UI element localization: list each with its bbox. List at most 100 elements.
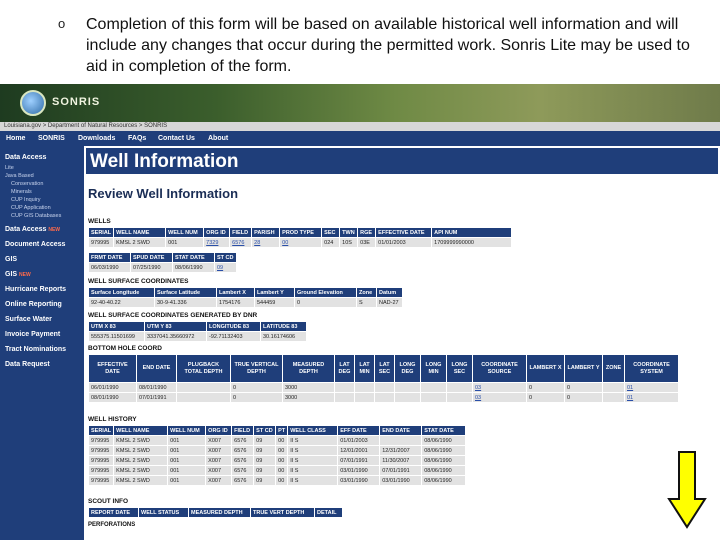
topnav-about[interactable]: About bbox=[208, 131, 228, 146]
table-cell: 09 bbox=[253, 465, 277, 476]
table-cell: 979995 bbox=[87, 465, 115, 476]
table-cell: 09 bbox=[253, 455, 277, 466]
topnav-sonris[interactable]: SONRIS bbox=[38, 131, 65, 146]
column-header: FIELD bbox=[229, 227, 253, 238]
table-cell: 00 bbox=[275, 445, 289, 456]
surface-coords-label: WELL SURFACE COORDINATES bbox=[88, 278, 189, 285]
sidebar-lite[interactable]: Lite bbox=[5, 165, 14, 171]
page-subtitle: Review Well Information bbox=[88, 186, 239, 201]
table-cell: X007 bbox=[205, 445, 233, 456]
topnav-faqs[interactable]: FAQs bbox=[128, 131, 146, 146]
table-cell: 03/01/1990 bbox=[337, 465, 381, 476]
table-cell[interactable]: 28 bbox=[251, 237, 281, 248]
scout-info-table: REPORT DATE WELL STATUS MEASURED DEPTH TRUE… bbox=[88, 507, 343, 518]
table-cell: 09 bbox=[253, 435, 277, 446]
sidebar-sub-cup-application[interactable]: CUP Application bbox=[11, 205, 51, 211]
breadcrumb: Louisiana.gov > Department of Natural Re… bbox=[0, 122, 720, 131]
table-cell: KMSL 2 SWD bbox=[113, 237, 167, 248]
table-cell: 001 bbox=[167, 455, 207, 466]
table-cell[interactable]: 01 bbox=[624, 382, 679, 393]
sidebar-link-data-access[interactable]: Data Access NEW bbox=[5, 226, 60, 233]
table-cell: 0 bbox=[230, 382, 283, 393]
sidebar-link-gis[interactable]: GIS bbox=[5, 256, 17, 263]
table-cell: S bbox=[356, 297, 377, 308]
sidebar-data-access[interactable]: Data Access bbox=[5, 154, 46, 161]
column-header: PT bbox=[275, 425, 289, 436]
table-cell: 09 bbox=[253, 445, 277, 456]
bullet-marker: o bbox=[58, 16, 66, 31]
column-header: LAT DEG bbox=[334, 354, 355, 383]
sidebar-sub-minerals[interactable]: Minerals bbox=[11, 189, 32, 195]
column-header: PLUGBACK TOTAL DEPTH bbox=[176, 354, 231, 383]
sidebar-sub-conservation[interactable]: Conservation bbox=[11, 181, 43, 187]
sidebar-link-online-reporting[interactable]: Online Reporting bbox=[5, 301, 62, 308]
table-cell: 544459 bbox=[254, 297, 295, 308]
table-cell[interactable]: 09 bbox=[214, 262, 237, 273]
header-row: UTM X 83 UTM Y 83 LONGITUDE 83 LATITUDE 83 bbox=[88, 321, 307, 332]
table-row: 979995 KMSL 2 SWD 001 X007 6576 09 00 II S 12/01… bbox=[87, 445, 467, 456]
table-cell: 6576 bbox=[231, 435, 255, 446]
new-badge: NEW bbox=[48, 227, 61, 233]
table-cell[interactable]: 00 bbox=[279, 237, 323, 248]
sidebar-link-surface-water[interactable]: Surface Water bbox=[5, 316, 52, 323]
column-header: WELL NAME bbox=[113, 425, 169, 436]
table-row: 979995 KMSL 2 SWD 001 7329 6576 28 00 024 10S 03E… bbox=[87, 237, 513, 248]
table-cell[interactable]: 01 bbox=[624, 392, 679, 403]
table-cell: 06/03/1990 bbox=[88, 262, 131, 273]
page-title: Well Information bbox=[90, 151, 239, 172]
sidebar-sub-cup-gis-databases[interactable]: CUP GIS Databases bbox=[11, 213, 61, 219]
sidebar-link-gis-new[interactable]: GIS NEW bbox=[5, 271, 31, 278]
table-cell: 979995 bbox=[87, 475, 115, 486]
topnav-downloads[interactable]: Downloads bbox=[78, 131, 115, 146]
table-cell: 08/01/1990 bbox=[88, 392, 137, 403]
wells-label: WELLS bbox=[88, 218, 111, 225]
column-header: Surface Longitude bbox=[88, 287, 155, 298]
column-header: TWN bbox=[339, 227, 359, 238]
column-header: UTM X 83 bbox=[88, 321, 145, 332]
breadcrumb-text[interactable]: Louisiana.gov > Department of Natural Re… bbox=[4, 122, 167, 131]
sidebar-sub-cup-inquiry[interactable]: CUP Inquiry bbox=[11, 197, 41, 203]
sonris-logo-text: SONRIS bbox=[52, 96, 101, 108]
table-cell: 08/06/1990 bbox=[421, 465, 467, 476]
table-cell[interactable]: 03 bbox=[472, 382, 527, 393]
column-header: END DATE bbox=[379, 425, 423, 436]
sidebar-java-based[interactable]: Java Based bbox=[5, 173, 34, 179]
column-header: TRUE VERTICAL DEPTH bbox=[230, 354, 283, 383]
sidebar-link-tract-nominations[interactable]: Tract Nominations bbox=[5, 346, 66, 353]
table-row: 08/01/1990 07/01/1991 0 3000 03 0 0 01 bbox=[88, 392, 679, 403]
table-cell: KMSL 2 SWD bbox=[113, 465, 169, 476]
column-header: LAT SEC bbox=[374, 354, 395, 383]
sidebar-link-invoice-payment[interactable]: Invoice Payment bbox=[5, 331, 60, 338]
topnav-home[interactable]: Home bbox=[6, 131, 25, 146]
table-cell: 00 bbox=[275, 455, 289, 466]
table-row: 979995 KMSL 2 SWD 001 X007 6576 09 00 II S 07/01… bbox=[87, 455, 467, 466]
table-cell: II S bbox=[287, 475, 339, 486]
table-cell: 12/31/2007 bbox=[379, 445, 423, 456]
well-info-header: Well Information bbox=[86, 148, 718, 174]
column-header: FRMT DATE bbox=[88, 252, 131, 263]
sidebar-link-document-access[interactable]: Document Access bbox=[5, 241, 65, 248]
sidebar-link-hurricane-reports[interactable]: Hurricane Reports bbox=[5, 286, 66, 293]
column-header: COORDINATE SOURCE bbox=[472, 354, 527, 383]
table-cell: 6576 bbox=[231, 475, 255, 486]
table-cell: 00 bbox=[275, 475, 289, 486]
table-cell[interactable]: 7329 bbox=[203, 237, 231, 248]
table-cell: II S bbox=[287, 455, 339, 466]
table-cell bbox=[394, 392, 421, 403]
table-cell: 00 bbox=[275, 465, 289, 476]
table-cell: NAD-27 bbox=[376, 297, 403, 308]
table-cell[interactable]: 6576 bbox=[229, 237, 253, 248]
table-cell: 979995 bbox=[87, 455, 115, 466]
sidebar-link-data-request[interactable]: Data Request bbox=[5, 361, 50, 368]
column-header: PARISH bbox=[251, 227, 281, 238]
topnav-contact-us[interactable]: Contact Us bbox=[158, 131, 195, 146]
column-header: STAT DATE bbox=[172, 252, 215, 263]
table-cell bbox=[176, 392, 231, 403]
table-row: 979995 KMSL 2 SWD 001 X007 6576 09 00 II S 01/01… bbox=[87, 435, 467, 446]
surface-coords-table: Surface Longitude Surface Latitude Lambert… bbox=[88, 287, 403, 308]
table-cell[interactable]: 03 bbox=[472, 392, 527, 403]
table-cell: 001 bbox=[167, 435, 207, 446]
header-row: Surface Longitude Surface Latitude Lambert… bbox=[88, 287, 403, 298]
table-cell: II S bbox=[287, 435, 339, 446]
column-header: LAT MIN bbox=[354, 354, 375, 383]
